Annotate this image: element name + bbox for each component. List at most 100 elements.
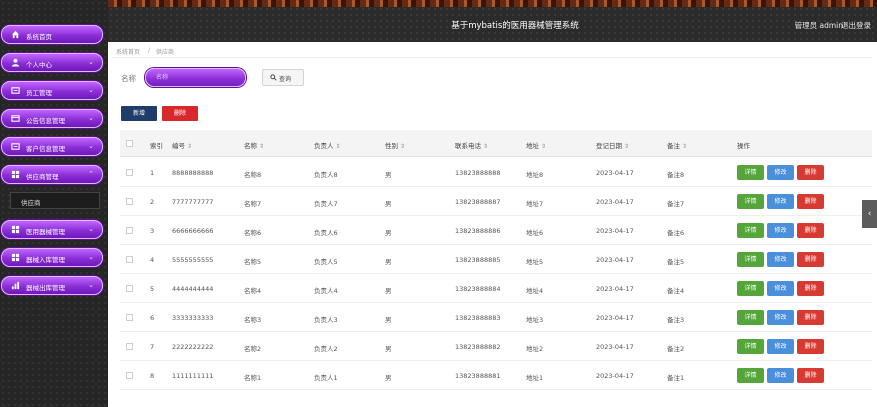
table-row: 2 7777777777 名称7 负责人7 男 13823888887 地址7 2023-04… xyxy=(120,187,872,216)
cell-gender: 男 xyxy=(385,229,392,237)
row-checkbox[interactable] xyxy=(126,343,133,350)
cell-phone: 13823888885 xyxy=(455,256,501,264)
sidebar-item-label: 供应商管理 xyxy=(26,173,59,181)
detail-button[interactable]: 详情 xyxy=(737,339,764,354)
table-row: 5 4444444444 名称4 负责人4 男 13823888884 地址4 2023-04… xyxy=(120,274,872,303)
query-button-label: 查询 xyxy=(279,76,292,83)
query-button[interactable]: 查询 xyxy=(262,69,304,86)
sidebar-item-stock-out[interactable]: 器械出库管理 ⌄ xyxy=(1,276,103,295)
sidebar-subitem-label: 供应商 xyxy=(21,199,41,207)
chevron-left-icon[interactable]: ‹ xyxy=(862,200,877,228)
detail-button[interactable]: 详情 xyxy=(737,194,764,209)
delete-button[interactable]: 删除 xyxy=(797,194,824,209)
header-phone[interactable]: 联系电话 ⇕ xyxy=(455,140,488,150)
cell-phone: 13823888882 xyxy=(455,343,501,351)
cell-code: 4444444444 xyxy=(172,285,214,293)
header-gender[interactable]: 性别 ⇕ xyxy=(385,140,405,150)
detail-button[interactable]: 详情 xyxy=(737,281,764,296)
header-note[interactable]: 备注 ⇕ xyxy=(667,140,687,150)
cell-note: 备注6 xyxy=(667,229,685,237)
detail-button[interactable]: 详情 xyxy=(737,368,764,383)
row-checkbox[interactable] xyxy=(126,198,133,205)
cell-name: 名称8 xyxy=(244,171,262,179)
delete-button[interactable]: 删除 xyxy=(797,252,824,267)
edit-button[interactable]: 修改 xyxy=(767,223,794,238)
cell-note: 备注2 xyxy=(667,345,685,353)
edit-button[interactable]: 修改 xyxy=(767,310,794,325)
sidebar-subitem-supplier[interactable]: 供应商 xyxy=(10,192,100,209)
cell-date: 2023-04-17 xyxy=(596,227,634,235)
header-date[interactable]: 登记日期 ⇕ xyxy=(596,140,629,150)
detail-button[interactable]: 详情 xyxy=(737,310,764,325)
edit-button[interactable]: 修改 xyxy=(767,368,794,383)
cell-address: 地址4 xyxy=(526,287,544,295)
row-checkbox[interactable] xyxy=(126,314,133,321)
cell-phone: 13823888887 xyxy=(455,198,501,206)
cell-phone: 13823888884 xyxy=(455,285,501,293)
cell-gender: 男 xyxy=(385,200,392,208)
batch-delete-button[interactable]: 删除 xyxy=(162,106,198,121)
row-checkbox[interactable] xyxy=(126,256,133,263)
cell-note: 备注5 xyxy=(667,258,685,266)
sidebar-item-home[interactable]: 系统首页 xyxy=(1,25,103,44)
sidebar-item-label: 系统首页 xyxy=(26,33,52,41)
cell-date: 2023-04-17 xyxy=(596,314,634,322)
user-icon xyxy=(11,58,20,67)
delete-button[interactable]: 删除 xyxy=(797,368,824,383)
edit-button[interactable]: 修改 xyxy=(767,252,794,267)
sidebar-item-device[interactable]: 医用器械管理 ⌄ xyxy=(1,220,103,239)
header-code[interactable]: 编号 ⇕ xyxy=(172,140,192,150)
breadcrumb-home[interactable]: 系统首页 xyxy=(116,47,140,56)
sidebar-item-label: 个人中心 xyxy=(26,61,52,69)
edit-button[interactable]: 修改 xyxy=(767,281,794,296)
sidebar-item-label: 器械入库管理 xyxy=(26,256,65,264)
cell-date: 2023-04-17 xyxy=(596,256,634,264)
add-button[interactable]: 新增 xyxy=(121,106,157,121)
cell-code: 1111111111 xyxy=(172,372,214,380)
row-checkbox[interactable] xyxy=(126,169,133,176)
sidebar-item-staff[interactable]: 员工管理 ⌄ xyxy=(1,81,103,100)
cell-manager: 负责人7 xyxy=(314,200,338,208)
delete-button[interactable]: 删除 xyxy=(797,281,824,296)
cell-address: 地址2 xyxy=(526,345,544,353)
cell-address: 地址5 xyxy=(526,258,544,266)
select-all-checkbox[interactable] xyxy=(126,140,133,147)
chart-icon xyxy=(11,281,20,290)
edit-button[interactable]: 修改 xyxy=(767,339,794,354)
detail-button[interactable]: 详情 xyxy=(737,165,764,180)
header-name[interactable]: 名称 ⇕ xyxy=(244,140,264,150)
detail-button[interactable]: 详情 xyxy=(737,252,764,267)
search-input[interactable] xyxy=(145,68,246,87)
delete-button[interactable]: 删除 xyxy=(797,339,824,354)
edit-button[interactable]: 修改 xyxy=(767,165,794,180)
detail-button[interactable]: 详情 xyxy=(737,223,764,238)
chevron-down-icon: ⌄ xyxy=(88,225,94,233)
cell-address: 地址7 xyxy=(526,200,544,208)
delete-button[interactable]: 删除 xyxy=(797,310,824,325)
cell-manager: 负责人2 xyxy=(314,345,338,353)
row-checkbox[interactable] xyxy=(126,227,133,234)
cell-phone: 13823888886 xyxy=(455,227,501,235)
cell-code: 7777777777 xyxy=(172,198,214,206)
edit-button[interactable]: 修改 xyxy=(767,194,794,209)
header-manager[interactable]: 负责人 ⇕ xyxy=(314,140,341,150)
logout-link[interactable]: 退出登录 xyxy=(841,20,871,31)
sort-icon: ⇕ xyxy=(187,143,193,150)
sidebar-item-supplier[interactable]: 供应商管理 ⌃ xyxy=(1,165,103,184)
delete-button[interactable]: 删除 xyxy=(797,165,824,180)
cell-address: 地址1 xyxy=(526,374,544,382)
header-address[interactable]: 地址 ⇕ xyxy=(526,140,546,150)
cell-date: 2023-04-17 xyxy=(596,285,634,293)
sidebar-item-stock-in[interactable]: 器械入库管理 ⌄ xyxy=(1,248,103,267)
table-row: 7 2222222222 名称2 负责人2 男 13823888882 地址2 2023-04… xyxy=(120,332,872,361)
sidebar-item-customer[interactable]: 客户信息管理 ⌄ xyxy=(1,137,103,156)
sidebar-item-profile[interactable]: 个人中心 ⌄ xyxy=(1,53,103,72)
cell-phone: 13823888883 xyxy=(455,314,501,322)
row-checkbox[interactable] xyxy=(126,372,133,379)
cell-address: 地址3 xyxy=(526,316,544,324)
sidebar-item-notice[interactable]: 公告信息管理 ⌄ xyxy=(1,109,103,128)
cell-index: 6 xyxy=(150,314,155,322)
row-checkbox[interactable] xyxy=(126,285,133,292)
delete-button[interactable]: 删除 xyxy=(797,223,824,238)
cell-index: 7 xyxy=(150,343,155,351)
